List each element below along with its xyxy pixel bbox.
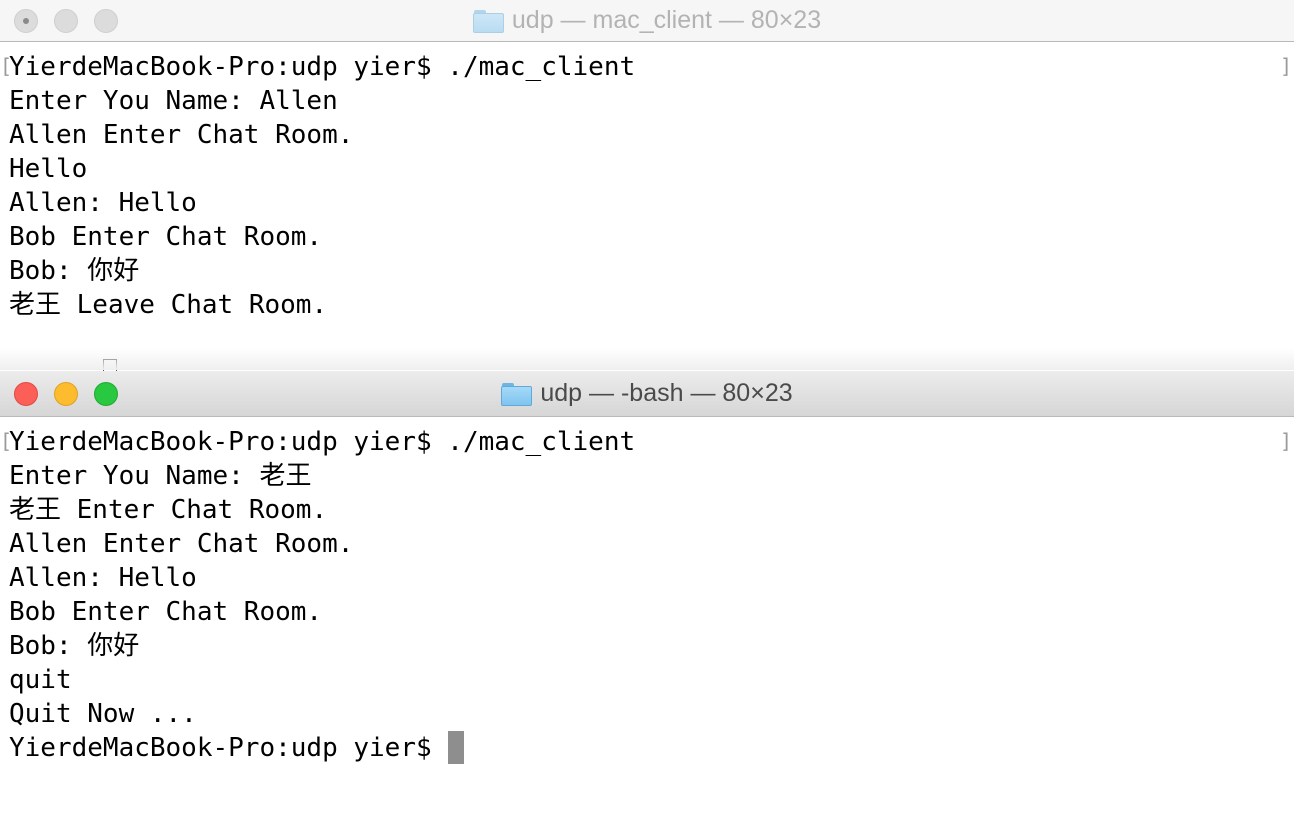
title-bar[interactable]: udp — mac_client — 80×23 xyxy=(0,0,1294,42)
selection-mark-left: [ xyxy=(0,429,13,453)
terminal-line: Allen: Hello xyxy=(9,563,197,593)
terminal-line: Allen Enter Chat Room. xyxy=(9,529,354,559)
window-shadow xyxy=(0,348,1294,370)
window-title-text: udp — mac_client — 80×23 xyxy=(511,6,822,34)
terminal-line: Allen Enter Chat Room. xyxy=(9,120,354,150)
prompt-line: YierdeMacBook-Pro:udp yier$ xyxy=(9,731,1294,765)
terminal-line: 老王 Enter Chat Room. xyxy=(9,495,328,525)
terminal-line: Bob: 你好 xyxy=(9,256,140,286)
terminal-line: Allen: Hello xyxy=(9,188,197,218)
selection-mark-right: ] xyxy=(1279,429,1292,453)
selection-mark-right: ] xyxy=(1279,54,1292,78)
terminal-output[interactable]: [ ] YierdeMacBook-Pro:udp yier$ ./mac_cl… xyxy=(0,417,1294,765)
terminal-line: Bob: 你好 xyxy=(9,631,140,661)
terminal-line: Hello xyxy=(9,154,88,184)
folder-icon xyxy=(501,382,533,406)
window-title-text: udp — -bash — 80×23 xyxy=(540,379,793,407)
terminal-line: quit xyxy=(9,665,72,695)
terminal-line: Enter You Name: Allen xyxy=(9,86,338,116)
window-title: udp — -bash — 80×23 xyxy=(0,371,1294,416)
window-title: udp — mac_client — 80×23 xyxy=(0,0,1294,41)
folder-icon xyxy=(472,9,504,33)
terminal-line: Quit Now ... xyxy=(9,699,197,729)
shell-prompt: YierdeMacBook-Pro:udp yier$ xyxy=(9,733,432,763)
terminal-line: Enter You Name: 老王 xyxy=(9,461,312,491)
terminal-output[interactable]: [ ] YierdeMacBook-Pro:udp yier$ ./mac_cl… xyxy=(0,42,1294,389)
terminal-line: Bob Enter Chat Room. xyxy=(9,597,323,627)
text-cursor xyxy=(447,731,464,764)
terminal-window-bash[interactable]: udp — -bash — 80×23 [ ] YierdeMacBook-Pr… xyxy=(0,371,1294,824)
selection-mark-left: [ xyxy=(0,54,13,78)
title-bar[interactable]: udp — -bash — 80×23 xyxy=(0,371,1294,417)
terminal-line: Bob Enter Chat Room. xyxy=(9,222,323,252)
terminal-line: 老王 Leave Chat Room. xyxy=(9,290,328,320)
terminal-line: YierdeMacBook-Pro:udp yier$ ./mac_client xyxy=(9,52,636,82)
terminal-line: YierdeMacBook-Pro:udp yier$ ./mac_client xyxy=(9,427,636,457)
terminal-window-mac-client[interactable]: udp — mac_client — 80×23 [ ] YierdeMacBo… xyxy=(0,0,1294,389)
